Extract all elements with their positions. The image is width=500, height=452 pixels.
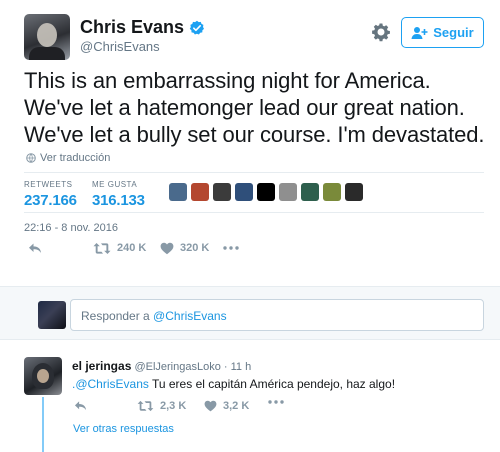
avatar-face [37,23,57,47]
reply-text: .@ChrisEvans Tu eres el capitán América … [72,377,395,391]
reply-reply-button[interactable] [74,400,87,412]
more-replies-link[interactable]: Ver otras respuestas [73,423,174,435]
current-user-avatar [38,301,66,329]
liker-avatars [169,183,363,201]
likes-stat[interactable]: ME GUSTA 316.133 [92,180,145,209]
more-dots-icon [223,246,239,250]
reply-icon [29,243,41,253]
heart-icon [204,400,217,412]
like-count: 320 K [180,242,210,254]
liker-avatar[interactable] [301,183,319,201]
reply-retweet-button[interactable]: 2,3 K [137,400,186,412]
author-handle[interactable]: @ChrisEvans [80,39,160,54]
retweet-button[interactable]: 240 K [93,242,146,255]
reply-author-handle[interactable]: @ElJeringasLoko [134,361,220,373]
tweet-card: Chris Evans @ChrisEvans Seguir This is a… [0,0,500,285]
reply-body: Tu eres el capitán América pendejo, haz … [148,377,396,391]
globe-icon [26,153,36,163]
gear-icon[interactable] [371,22,391,42]
verified-badge-icon [189,20,205,34]
reply-icon [74,401,87,411]
heart-icon [160,242,174,254]
thread-line [42,397,44,452]
translate-link[interactable]: Ver traducción [26,152,110,164]
reply-like-button[interactable]: 3,2 K [204,400,249,412]
like-button[interactable]: 320 K [160,242,209,255]
reply-author-name[interactable]: el jeringas [72,359,131,373]
reply-input-prefix: Responder a [81,309,154,323]
author-name[interactable]: Chris Evans [80,17,184,38]
more-dots-icon [268,400,284,404]
add-user-icon [411,26,428,39]
liker-avatar[interactable] [235,183,253,201]
reply-input[interactable]: Responder a @ChrisEvans [70,299,484,331]
retweets-stat[interactable]: RETWEETS 237.166 [24,180,77,209]
divider [24,172,484,173]
liker-avatar[interactable] [191,183,209,201]
likes-label: ME GUSTA [92,180,138,189]
liker-avatar[interactable] [257,183,275,201]
avatar-face [37,369,49,383]
reply-header: el jeringas @ElJeringasLoko · 11 h [72,359,251,373]
reply-input-mention: @ChrisEvans [153,309,227,323]
follow-button-label: Seguir [433,25,474,40]
reply-separator: · [223,361,228,373]
liker-avatar[interactable] [169,183,187,201]
liker-avatar[interactable] [213,183,231,201]
reply-button[interactable] [28,242,42,255]
reply-mention[interactable]: .@ChrisEvans [72,377,149,391]
reply-time[interactable]: 11 h [231,361,252,373]
retweet-count: 240 K [117,242,147,254]
retweets-value: 237.166 [24,192,77,209]
tweet-timestamp[interactable]: 22:16 - 8 nov. 2016 [24,222,118,234]
liker-avatar[interactable] [345,183,363,201]
reply-like-count: 3,2 K [223,400,250,412]
follow-button[interactable]: Seguir [401,17,484,48]
tweet-text: This is an embarrassing night for Americ… [24,68,485,147]
author-avatar[interactable] [24,14,70,60]
liker-avatar[interactable] [323,183,341,201]
reply-tweet: el jeringas @ElJeringasLoko · 11 h .@Chr… [0,341,500,452]
divider [24,212,484,213]
author-name-row: Chris Evans [80,17,205,38]
retweets-label: RETWEETS [24,180,73,189]
avatar-shirt [29,47,65,60]
retweet-icon [93,242,111,254]
translate-label: Ver traducción [40,152,111,164]
retweet-icon [137,400,154,412]
more-button[interactable] [223,246,239,250]
reply-more-button[interactable] [268,400,284,404]
reply-author-avatar[interactable] [24,357,62,395]
reply-retweet-count: 2,3 K [160,400,187,412]
likes-value: 316.133 [92,192,145,209]
liker-avatar[interactable] [279,183,297,201]
reply-composer: Responder a @ChrisEvans [0,286,500,340]
